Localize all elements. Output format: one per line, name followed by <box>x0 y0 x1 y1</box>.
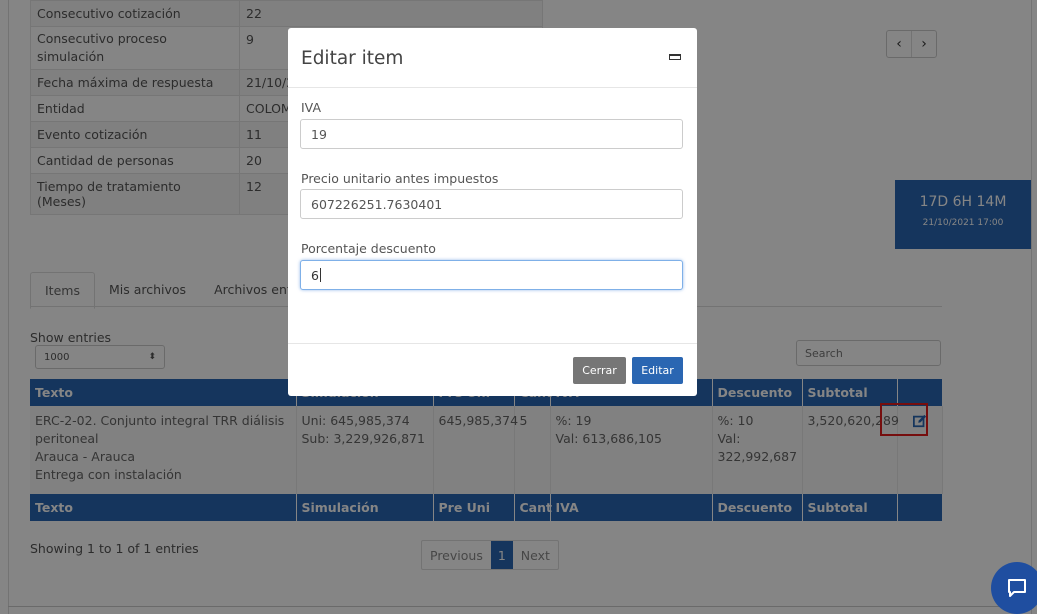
modal-footer-divider <box>288 343 697 344</box>
iva-label: IVA <box>301 100 321 115</box>
unit-price-label: Precio unitario antes impuestos <box>301 171 499 186</box>
modal-header-divider <box>288 87 697 88</box>
chat-button[interactable] <box>991 562 1037 614</box>
unit-price-input[interactable]: 607226251.7630401 <box>300 189 683 219</box>
discount-label: Porcentaje descuento <box>301 241 436 256</box>
discount-input-value: 6 <box>311 267 319 283</box>
iva-input[interactable]: 19 <box>300 119 683 149</box>
save-edit-button[interactable]: Editar <box>632 357 683 384</box>
discount-input[interactable]: 6 <box>300 260 683 290</box>
chat-icon <box>1008 579 1026 597</box>
edit-item-modal: Editar item IVA 19 Precio unitario antes… <box>288 28 697 396</box>
modal-title: Editar item <box>301 48 404 69</box>
text-caret <box>319 268 321 282</box>
minimize-icon[interactable] <box>669 54 681 60</box>
close-button[interactable]: Cerrar <box>573 357 626 384</box>
